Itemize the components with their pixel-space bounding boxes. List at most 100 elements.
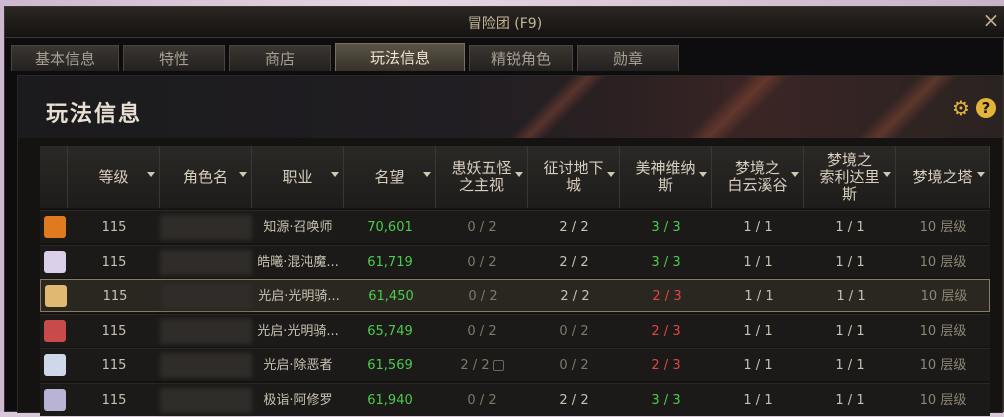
header-col-9[interactable]: 梦境之 索利达里斯 [804,146,896,208]
header-label: 梦境之塔 [912,167,973,186]
red-hair-avatar [44,319,66,342]
header-avatar-col [40,146,68,208]
cell-c6: 10 层级 [919,358,967,373]
cell-fame: 65,749 [367,323,413,339]
header-label: 患妖五怪 之主视 [451,159,512,194]
cell-c2: 2 / 2 [560,289,590,304]
tab-2[interactable]: 特性 [123,45,225,71]
header-col-5[interactable]: 患妖五怪 之主视 [436,146,528,208]
header-label: 梦境之 白云溪谷 [727,159,788,194]
white-hair-avatar [44,250,66,273]
cell-c4: 1 / 1 [743,358,773,373]
header-label: 名望 [374,167,405,186]
cell-c5: 1 / 1 [835,254,865,270]
question-icon[interactable]: ? [976,98,996,118]
cell-c2: 2 / 2 [559,220,589,235]
cell-job: 光启·除恶者 [263,358,333,373]
blonde-avatar [45,285,67,307]
panel-title: 玩法信息 [46,102,143,127]
sort-arrow-icon[interactable] [607,172,615,177]
sort-arrow-icon[interactable] [331,172,339,177]
sort-arrow-icon[interactable] [791,172,799,177]
sort-arrow-icon[interactable] [883,172,891,177]
gear-icon[interactable]: ⚙ [952,98,972,118]
panel-banner: 玩法信息 ⚙ ? [18,76,1002,138]
header-col-7[interactable]: 美神维纳斯 [620,146,712,208]
tab-5[interactable]: 精锐角色 [469,45,573,71]
sort-arrow-icon[interactable] [239,172,247,177]
cell-c4: 1 / 1 [743,254,773,270]
header-col-2[interactable]: 角色名 [160,146,252,208]
cell-c6: 10 层级 [919,254,967,270]
pumpkin-avatar [44,216,66,238]
tab-4[interactable]: 玩法信息 [335,43,465,71]
sort-arrow-icon[interactable] [515,172,523,177]
table-row[interactable]: 115 光启·除恶者 61,569 2 / 2 0 / 2 2 / 3 1 / 1 1 / 1… [40,348,990,381]
cell-level: 115 [101,323,127,339]
cell-job: 光启·光明骑... [258,289,340,304]
cell-c1: 0 / 2 [467,220,497,235]
cell-fame: 61,569 [367,358,413,373]
header-col-6[interactable]: 征讨地下城 [528,146,620,208]
redacted-name [160,215,252,240]
cat-ear-avatar [44,354,66,376]
cell-c4: 1 / 1 [743,323,773,339]
table-row[interactable]: 115 知源·召唤师 70,601 0 / 2 2 / 2 3 / 3 1 / 1 1 / 1… [40,210,990,243]
redacted-name [160,318,252,344]
lock-icon [492,360,504,371]
header-col-3[interactable]: 职业 [252,146,344,208]
redacted-name [160,249,252,275]
cell-c5: 1 / 1 [835,323,865,339]
cell-c3: 3 / 3 [651,254,681,270]
header-label: 征讨地下城 [543,159,604,194]
sort-arrow-icon[interactable] [977,172,985,177]
cell-c1: 0 / 2 [467,254,497,270]
cell-level: 115 [101,220,127,235]
tab-6[interactable]: 勋章 [577,45,679,71]
cell-name [160,315,252,348]
cell-fame: 61,719 [367,254,413,270]
close-icon[interactable]: × [979,9,1003,31]
cell-c5: 1 / 1 [835,358,865,373]
header-col-8[interactable]: 梦境之 白云溪谷 [712,146,804,208]
cell-c3: 2 / 3 [652,289,682,304]
adventure-team-window: 冒险团 (F9) × 基本信息 特性 商店 玩法信息 精锐角色 勋章 玩法信息 ⚙ ? 等… [4,6,1004,416]
cell-c2: 0 / 2 [559,358,589,373]
title-bar[interactable]: 冒险团 (F9) × [5,7,1004,38]
cell-name [161,280,253,313]
tab-3[interactable]: 商店 [229,45,331,71]
cell-level: 115 [101,254,127,270]
cell-job: 皓曦·混沌魔... [257,254,339,270]
cell-c3: 2 / 3 [651,358,681,373]
header-col-4[interactable]: 名望 [344,146,436,208]
gameplay-info-panel: 玩法信息 ⚙ ? 等级 角色名 职业 名望 患妖五怪 之主视 征讨地下城美神维纳斯梦境之 白云… [17,75,1003,416]
header-col-1[interactable]: 等级 [68,146,160,208]
table-row[interactable]: 115 光启·光明骑... 61,450 0 / 2 2 / 2 2 / 3 1 / 1 1 … [40,279,990,312]
window-title: 冒险团 (F9) [467,16,543,32]
cell-c1: 0 / 2 [467,323,497,339]
cell-c2: 0 / 2 [559,323,589,339]
sort-arrow-icon[interactable] [147,172,155,177]
cell-job: 知源·召唤师 [263,220,333,235]
tab-1[interactable]: 基本信息 [11,45,119,71]
silver-hair-avatar [44,388,66,411]
table-row[interactable]: 115 光启·光明骑... 65,749 0 / 2 0 / 2 2 / 3 1 / 1 1 … [40,313,990,348]
sort-arrow-icon[interactable] [423,172,431,177]
cell-c3: 3 / 3 [651,220,681,235]
cell-c5: 1 / 1 [835,220,865,235]
header-label: 梦境之 索利达里斯 [819,150,880,203]
table-row[interactable]: 115 皓曦·混沌魔... 61,719 0 / 2 2 / 2 3 / 3 1 / 1 1 … [40,244,990,279]
header-label: 角色名 [182,167,228,186]
header-col-10[interactable]: 梦境之塔 [896,146,990,208]
cell-job: 光启·光明骑... [257,323,339,339]
cell-name [160,349,252,382]
cell-c4: 1 / 1 [743,220,773,235]
redacted-name [160,353,252,378]
cell-name [160,246,252,279]
sort-arrow-icon[interactable] [699,172,707,177]
cell-fame: 70,601 [367,220,413,235]
cell-name [160,211,252,244]
cell-c6: 10 层级 [920,289,968,304]
cell-c5: 1 / 1 [836,289,866,304]
table-row[interactable]: 115 极诣·阿修罗 61,940 0 / 22 / 23 / 31 / 11 / 1… [40,382,990,416]
